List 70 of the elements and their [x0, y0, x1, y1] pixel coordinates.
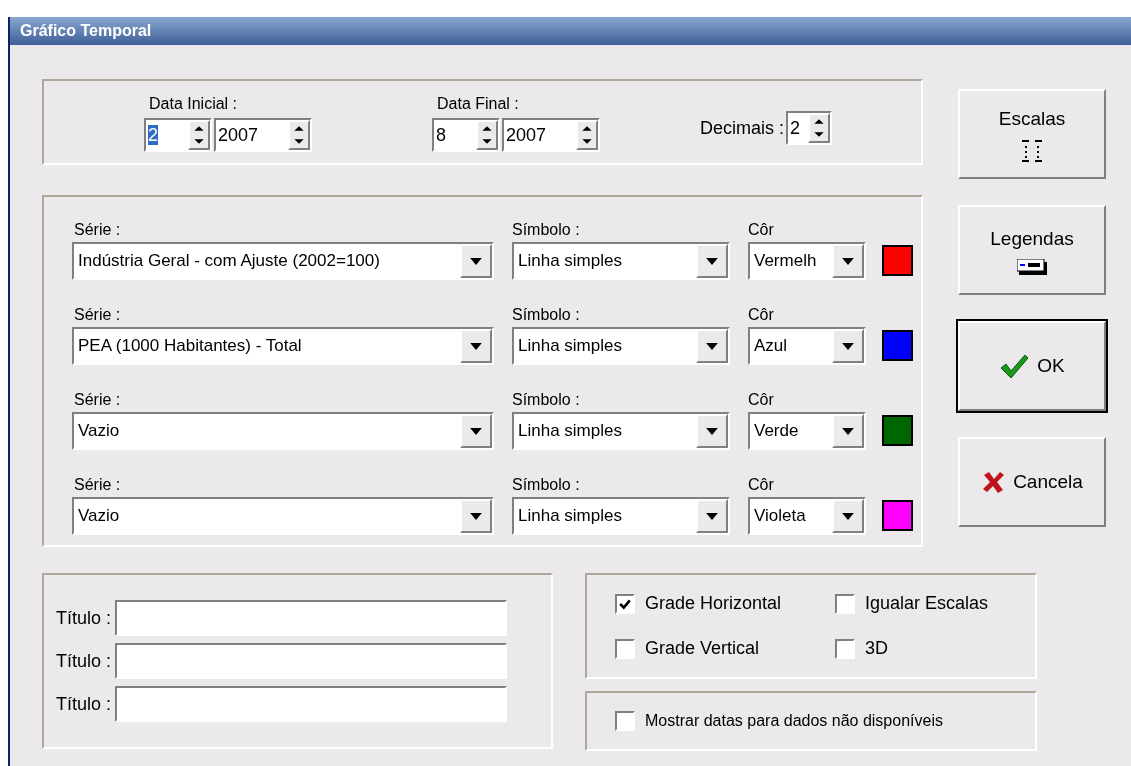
- date-label: Data Final :: [437, 94, 520, 114]
- date-label: Data Inicial :: [149, 94, 239, 114]
- checkbox[interactable]: [835, 593, 855, 614]
- dropdown-arrow-icon: [470, 512, 482, 520]
- dropdown-arrow-icon: [842, 512, 854, 520]
- spin-buttons[interactable]: [476, 120, 498, 150]
- option-label: Igualar Escalas: [865, 592, 989, 615]
- legends-button[interactable]: Legendas: [958, 205, 1106, 295]
- checkbox[interactable]: [615, 711, 635, 731]
- ok-button[interactable]: OK: [958, 321, 1106, 411]
- color-label: Côr: [748, 305, 775, 325]
- dropdown[interactable]: Vazio: [72, 497, 494, 535]
- checkbox[interactable]: [615, 638, 635, 659]
- dropdown-arrow-icon: [706, 257, 718, 265]
- close-icon: [981, 470, 1006, 494]
- check-icon: [999, 352, 1030, 380]
- color-label: Côr: [748, 220, 775, 240]
- title-label: Título :: [56, 606, 112, 630]
- dropdown[interactable]: Vazio: [72, 412, 494, 450]
- scales-icon: [1020, 139, 1044, 164]
- title-field[interactable]: [115, 643, 508, 679]
- title-label: Título :: [56, 649, 112, 673]
- dropdown-arrow-icon: [470, 257, 482, 265]
- dropdown[interactable]: Verde: [748, 412, 866, 450]
- series-label: Série :: [74, 390, 122, 410]
- spin-buttons[interactable]: [288, 120, 310, 150]
- dropdown[interactable]: Linha simples: [512, 242, 730, 280]
- symbol-label: Símbolo :: [512, 390, 581, 410]
- dropdown[interactable]: Linha simples: [512, 497, 730, 535]
- series-label: Série :: [74, 220, 122, 240]
- dropdown[interactable]: Azul: [748, 327, 866, 365]
- color-label: Côr: [748, 390, 775, 410]
- spin-buttons[interactable]: [576, 120, 598, 150]
- dropdown[interactable]: Violeta: [748, 497, 866, 535]
- dropdown[interactable]: Linha simples: [512, 412, 730, 450]
- dropdown-arrow-icon: [706, 427, 718, 435]
- option-label: Grade Horizontal: [645, 592, 782, 615]
- dropdown-arrow-icon: [842, 342, 854, 350]
- check-mark-icon: [619, 597, 631, 610]
- title-label: Título :: [56, 692, 112, 716]
- dropdown[interactable]: PEA (1000 Habitantes) - Total: [72, 327, 494, 365]
- option-label: 3D: [865, 637, 888, 660]
- color-label: Côr: [748, 475, 775, 495]
- title-field[interactable]: [115, 600, 508, 636]
- dropdown-arrow-icon: [470, 427, 482, 435]
- symbol-label: Símbolo :: [512, 305, 581, 325]
- dropdown[interactable]: Linha simples: [512, 327, 730, 365]
- series-label: Série :: [74, 475, 122, 495]
- scales-button[interactable]: Escalas: [958, 89, 1106, 179]
- title-field[interactable]: [115, 686, 508, 722]
- dropdown[interactable]: Vermelh: [748, 242, 866, 280]
- dropdown-arrow-icon: [842, 257, 854, 265]
- series-label: Série :: [74, 305, 122, 325]
- dropdown-arrow-icon: [842, 427, 854, 435]
- decimals-label: Decimais :: [700, 116, 784, 140]
- dropdown-arrow-icon: [470, 342, 482, 350]
- symbol-label: Símbolo :: [512, 475, 581, 495]
- option-label: Mostrar datas para dados não disponíveis: [645, 711, 943, 731]
- dropdown[interactable]: Indústria Geral - com Ajuste (2002=100): [72, 242, 494, 280]
- window-title: Gráfico Temporal: [20, 21, 152, 41]
- spin-buttons[interactable]: [188, 120, 210, 150]
- dropdown-arrow-icon: [706, 512, 718, 520]
- cancel-button[interactable]: Cancela: [958, 437, 1106, 527]
- checkbox[interactable]: [835, 638, 855, 659]
- spin-buttons[interactable]: [808, 113, 830, 143]
- symbol-label: Símbolo :: [512, 220, 581, 240]
- option-label: Grade Vertical: [645, 637, 760, 660]
- checkbox[interactable]: [615, 593, 635, 614]
- dropdown-arrow-icon: [706, 342, 718, 350]
- legend-icon: [1017, 259, 1047, 276]
